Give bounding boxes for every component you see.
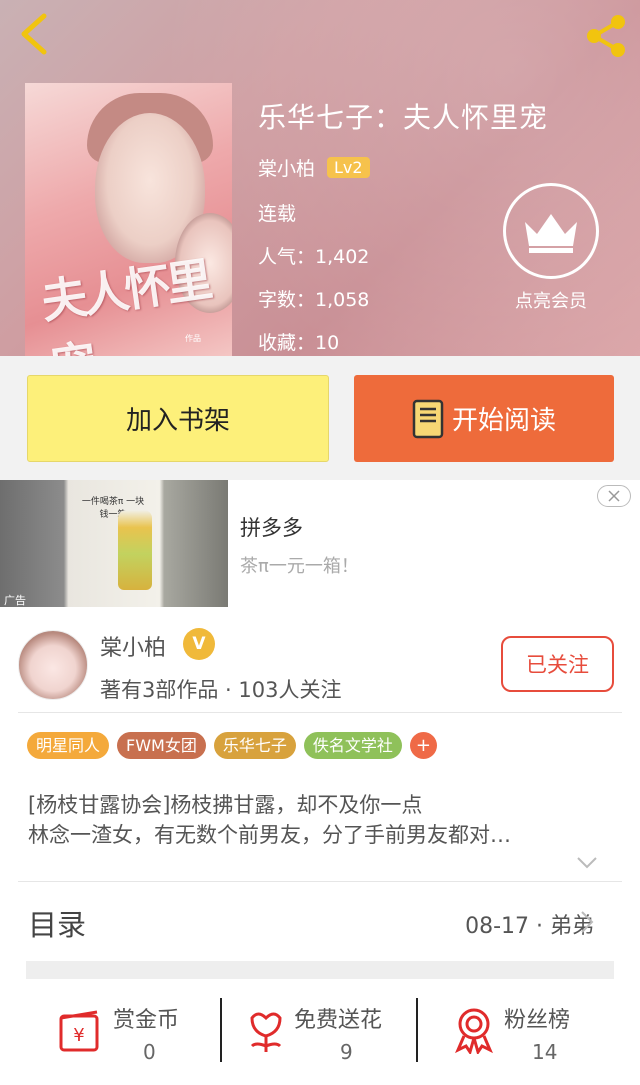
divider [416,998,418,1062]
add-to-shelf-label: 加入书架 [125,406,230,436]
stat-value: 9 [340,1040,353,1064]
medal-icon [455,1008,493,1054]
follow-button[interactable]: 已关注 [501,636,614,692]
fan-ranking-button[interactable]: 粉丝榜 14 [450,998,600,1068]
author-name[interactable]: 棠小柏 [100,630,166,662]
add-to-shelf-button[interactable]: 加入书架 [27,375,329,462]
tag-more-button[interactable]: + [409,732,437,759]
chevron-down-icon [577,857,597,869]
ad-banner[interactable]: 一件喝茶π 一块钱一箱 广告 拼多多 茶π一元一箱！ [0,480,640,614]
action-bar: 加入书架 开始阅读 [0,356,640,480]
book-author[interactable]: 棠小柏 [258,154,315,181]
tag-item[interactable]: FWM女团 [117,732,206,759]
vip-label: 点亮会员 [515,291,587,312]
book-header: 夫人怀里宠 作品 乐华七子：夫人怀里宠 棠小柏 Lv2 连载 人气：1,402 … [0,0,640,356]
cover-credits: 作品 [185,334,201,343]
ad-title: 拼多多 [240,516,303,540]
share-button[interactable] [582,12,630,60]
reward-coin-button[interactable]: ¥ 赏金币 0 [55,998,205,1068]
stat-label: 赏金币 [113,1008,180,1033]
toc-latest-chapter: 08-17 · 弟弟 [465,914,594,939]
description-line: [杨枝甘露协会]杨枝拂甘露，却不及你一点 [28,793,423,817]
reward-coin-icon: ¥ [59,1010,99,1052]
tag-item[interactable]: 乐华七子 [213,732,296,759]
bottle-image [118,510,152,590]
ad-tag: 广告 [4,594,26,607]
stat-value: 0 [143,1040,156,1064]
start-reading-label: 开始阅读 [451,406,556,436]
flower-icon [250,1012,282,1052]
table-of-contents-row[interactable]: 目录 08-17 · 弟弟 [0,882,640,964]
stat-label: 粉丝榜 [504,1008,571,1033]
follow-label: 已关注 [526,653,589,677]
ad-close-button[interactable] [597,485,631,507]
tag-list: 明星同人 FWM女团 乐华七子 佚名文学社 + [27,732,437,759]
chevron-left-icon [21,13,47,55]
back-button[interactable] [14,12,54,56]
book-title: 乐华七子：夫人怀里宠 [258,101,549,134]
free-flower-button[interactable]: 免费送花 9 [240,998,410,1068]
section-separator [26,961,614,979]
close-icon [608,490,620,502]
crown-icon [525,214,577,253]
chevron-right-icon [581,911,594,933]
verified-badge-icon: V [183,628,215,660]
tag-item[interactable]: 明星同人 [27,732,110,759]
author-meta: 著有3部作品 · 103人关注 [100,678,342,702]
stat-label: 免费送花 [294,1008,383,1033]
avatar[interactable] [18,630,88,700]
book-favorites: 收藏：10 [258,332,340,354]
tag-item[interactable]: 佚名文学社 [303,732,402,759]
book-cover[interactable]: 夫人怀里宠 作品 [25,83,232,356]
description-line: 林念一渣女，有无数个前男友，分了手前男友都对… [28,823,511,847]
ad-image[interactable]: 一件喝茶π 一块钱一箱 广告 [0,480,228,607]
divider [18,712,622,713]
svg-text:¥: ¥ [73,1025,84,1046]
divider [220,998,222,1062]
book-description[interactable]: [杨枝甘露协会]杨枝拂甘露，却不及你一点 林念一渣女，有无数个前男友，分了手前男… [28,790,608,850]
stat-value: 14 [532,1040,558,1064]
vip-button[interactable]: 点亮会员 [500,183,602,313]
cover-title-art: 夫人怀里宠 [37,252,212,356]
ad-subtitle: 茶π一元一箱！ [240,556,359,577]
book-icon [412,399,444,438]
share-icon [587,15,625,57]
author-card[interactable]: 棠小柏 V 著有3部作品 · 103人关注 已关注 [0,620,640,712]
expand-button[interactable] [576,855,598,874]
toc-label: 目录 [28,908,87,942]
level-badge: Lv2 [327,157,370,178]
start-reading-button[interactable]: 开始阅读 [354,375,614,462]
stats-bar: ¥ 赏金币 0 免费送花 9 粉丝榜 14 [0,980,640,1085]
